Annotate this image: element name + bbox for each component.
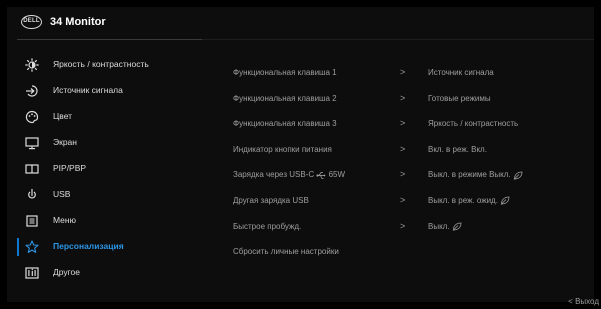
setting-row-shortcut-key-2[interactable]: Функциональная клавиша 2 > Готовые режим…: [233, 88, 593, 114]
sidebar-item-personalize[interactable]: Персонализация: [17, 234, 207, 260]
setting-row-shortcut-key-3[interactable]: Функциональная клавиша 3 > Яркость / кон…: [233, 113, 593, 139]
chevron-right-icon: >: [400, 169, 406, 180]
osd-menu: DELL 34 Monitor Яркость / контрастность: [7, 7, 594, 302]
setting-label: Функциональная клавиша 1: [233, 68, 337, 77]
setting-value: Выкл.: [428, 222, 462, 231]
chevron-right-icon: >: [400, 92, 406, 103]
setting-label-text: Зарядка через USB-C: [233, 170, 315, 180]
sidebar-item-label: Другое: [53, 267, 81, 277]
setting-value: Выкл. в режиме Выкл.: [428, 170, 523, 180]
sidebar-item-usb[interactable]: USB: [17, 182, 207, 208]
chevron-right-icon: >: [400, 143, 406, 154]
sidebar-item-brightness-contrast[interactable]: Яркость / контрастность: [17, 52, 207, 78]
leaf-icon: [452, 222, 462, 231]
selection-indicator: [17, 238, 19, 256]
chevron-right-icon: >: [400, 194, 406, 205]
sidebar-item-input-source[interactable]: Источник сигнала: [17, 78, 207, 104]
sidebar-item-label: Экран: [53, 137, 77, 147]
usb-symbol-icon: [316, 171, 326, 179]
setting-value-text: Выкл. в режиме Выкл.: [428, 170, 511, 180]
setting-label: Функциональная клавиша 3: [233, 119, 337, 129]
chevron-right-icon: >: [400, 67, 406, 77]
sidebar-item-label: Цвет: [53, 111, 73, 121]
sidebar-item-label: USB: [53, 189, 71, 199]
setting-row-fast-wakeup[interactable]: Быстрое пробужд. > Выкл.: [233, 216, 593, 242]
leaf-icon: [500, 196, 510, 206]
info-icon: [25, 267, 39, 279]
sidebar-item-pip-pbp[interactable]: PIP/PBP: [17, 156, 207, 182]
setting-value: Вкл. в реж. Вкл.: [428, 144, 487, 154]
setting-value: Источник сигнала: [428, 68, 494, 77]
chevron-right-icon: >: [400, 220, 406, 231]
setting-value: Выкл. в реж. ожид.: [428, 195, 510, 206]
setting-value-text: Выкл.: [428, 221, 450, 231]
menu-icon: [26, 215, 38, 227]
setting-value: Готовые режимы: [428, 93, 491, 103]
brightness-icon: [25, 58, 39, 72]
sidebar: Яркость / контрастность Источник сигнала…: [17, 52, 207, 286]
chevron-left-icon: <: [568, 297, 573, 306]
header-divider-right: [202, 39, 594, 40]
star-icon: [25, 240, 39, 253]
setting-row-other-usb-charging[interactable]: Другая зарядка USB > Выкл. в реж. ожид.: [233, 190, 593, 216]
usb-icon: [28, 189, 36, 199]
sidebar-item-label: Источник сигнала: [53, 85, 123, 95]
sidebar-item-label: Персонализация: [53, 241, 124, 251]
setting-row-reset-personalization[interactable]: Сбросить личные настройки: [233, 241, 593, 267]
sidebar-item-label: PIP/PBP: [53, 163, 87, 173]
sidebar-item-menu[interactable]: Меню: [17, 208, 207, 234]
osd-header: DELL 34 Monitor: [7, 7, 594, 39]
exit-button[interactable]: < Выход: [568, 297, 599, 306]
settings-panel: Функциональная клавиша 1 > Источник сигн…: [233, 62, 593, 267]
monitor-title: 34 Monitor: [50, 16, 106, 28]
sidebar-item-label: Меню: [53, 215, 76, 225]
setting-label: Сбросить личные настройки: [233, 247, 339, 257]
setting-value: Яркость / контрастность: [428, 119, 519, 129]
palette-icon: [25, 110, 39, 124]
input-source-icon: [26, 85, 38, 97]
setting-row-usb-c-charging[interactable]: Зарядка через USB-C 65W > Выкл. в режиме…: [233, 164, 593, 190]
setting-value-text: Выкл. в реж. ожид.: [428, 195, 498, 205]
setting-label: Другая зарядка USB: [233, 195, 309, 205]
setting-row-shortcut-key-1[interactable]: Функциональная клавиша 1 > Источник сигн…: [233, 62, 593, 88]
sidebar-item-others[interactable]: Другое: [17, 260, 207, 286]
sidebar-item-display[interactable]: Экран: [17, 130, 207, 156]
display-icon: [25, 137, 39, 150]
setting-label-suffix: 65W: [328, 170, 346, 180]
setting-label: Быстрое пробужд.: [233, 221, 302, 231]
setting-label: Индикатор кнопки питания: [233, 144, 332, 154]
exit-label: Выход: [575, 297, 599, 306]
chevron-right-icon: >: [400, 118, 406, 129]
sidebar-item-color[interactable]: Цвет: [17, 104, 207, 130]
setting-label: Зарядка через USB-C 65W: [233, 170, 345, 179]
leaf-icon: [513, 171, 523, 180]
header-divider-left: [17, 39, 202, 40]
setting-row-power-button-led[interactable]: Индикатор кнопки питания > Вкл. в реж. В…: [233, 139, 593, 165]
pip-pbp-icon: [25, 164, 39, 174]
dell-logo: DELL: [21, 15, 42, 29]
sidebar-item-label: Яркость / контрастность: [53, 59, 149, 69]
setting-label: Функциональная клавиша 2: [233, 93, 337, 103]
